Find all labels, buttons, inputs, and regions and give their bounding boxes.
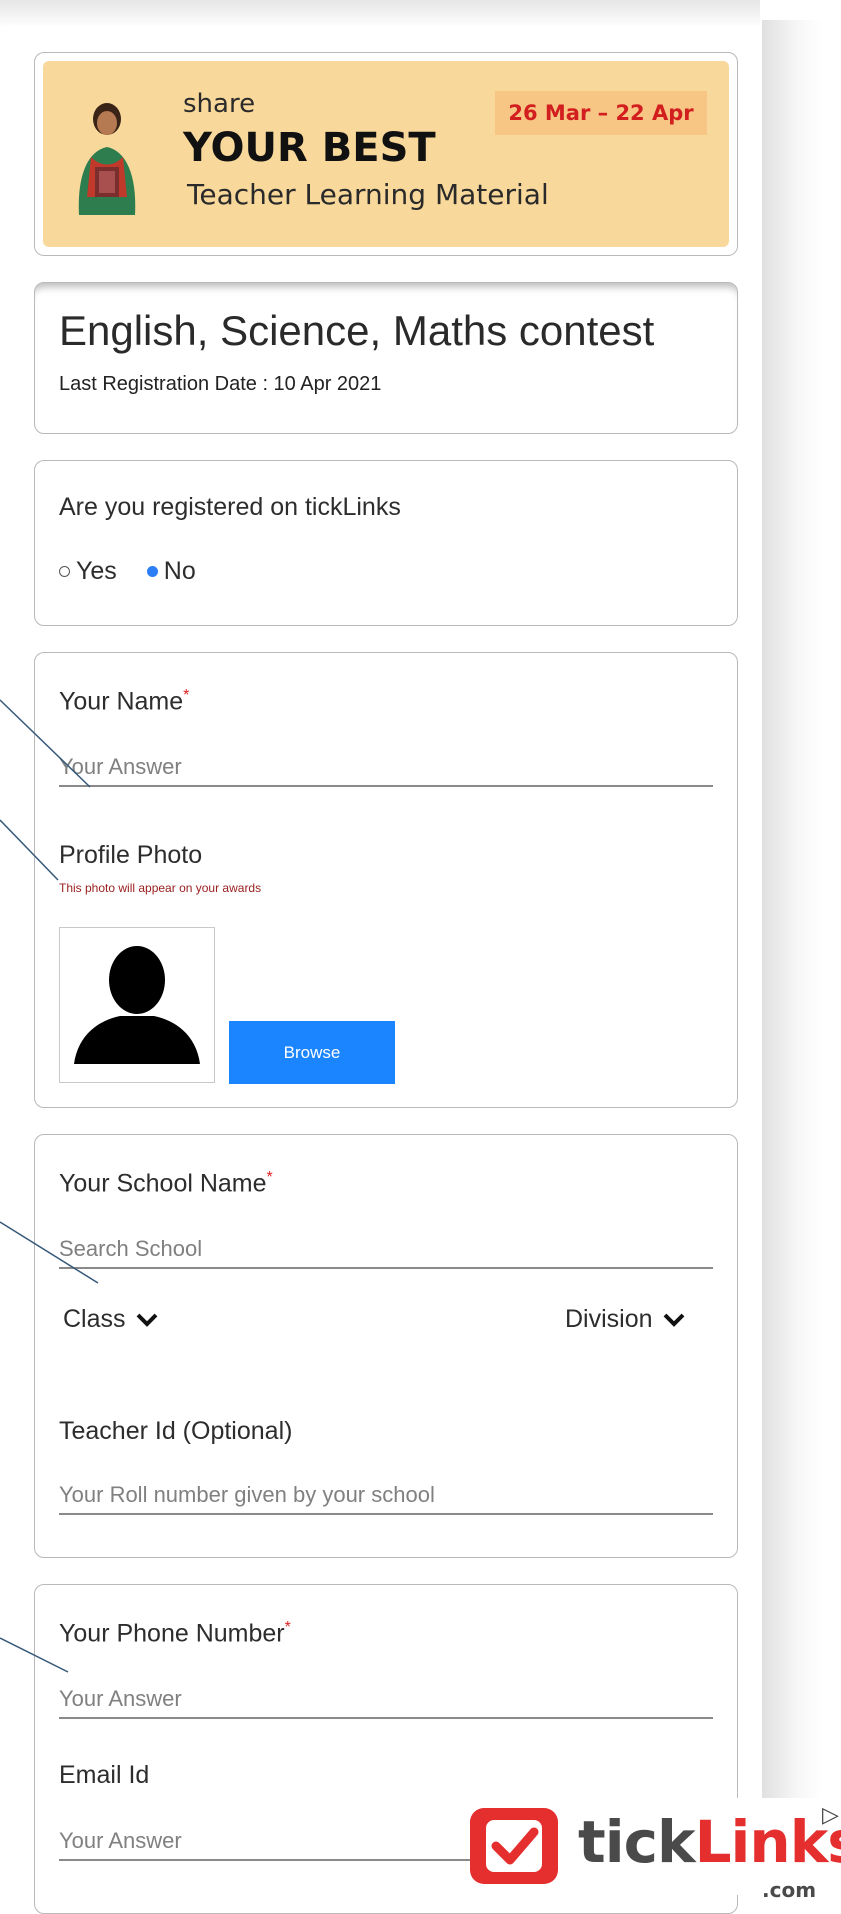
phone-label: Your Phone Number* (59, 1619, 291, 1648)
name-label-text: Your Name (59, 687, 184, 716)
banner-headline: YOUR BEST (183, 125, 436, 171)
logo-tick-text: tick (578, 1808, 696, 1876)
required-mark: * (266, 1169, 273, 1186)
school-info-card: Your School Name* Search School Class Di… (34, 1134, 738, 1558)
phone-input[interactable]: Your Answer (59, 1679, 713, 1719)
division-dropdown[interactable]: Division (565, 1305, 685, 1334)
chevron-down-icon (136, 1313, 157, 1327)
name-label: Your Name* (59, 687, 189, 716)
email-input[interactable]: Your Answer (59, 1821, 499, 1861)
banner: share YOUR BEST Teacher Learning Materia… (43, 61, 729, 247)
class-dropdown[interactable]: Class (63, 1305, 158, 1334)
banner-subtitle: Teacher Learning Material (187, 178, 549, 211)
banner-share-text: share (183, 89, 256, 119)
registration-radio-group: Yes No (59, 557, 226, 586)
contest-title: English, Science, Maths contest (59, 307, 655, 354)
logo-com-text: .com (762, 1878, 817, 1902)
page-shadow-right (762, 20, 822, 1895)
checkmark-badge-icon (470, 1808, 558, 1884)
radio-yes[interactable] (59, 566, 70, 577)
contest-card: English, Science, Maths contest Last Reg… (34, 282, 738, 434)
radio-no-label[interactable]: No (164, 557, 196, 586)
personal-info-card: Your Name* Your Answer Profile Photo Thi… (34, 652, 738, 1108)
school-search-input[interactable]: Search School (59, 1229, 713, 1269)
registration-question-card: Are you registered on tickLinks Yes No (34, 460, 738, 626)
logo-links-text: Links (694, 1808, 841, 1876)
banner-card: share YOUR BEST Teacher Learning Materia… (34, 52, 738, 256)
logo-wordmark: tickLinks (578, 1808, 841, 1876)
profile-photo-note: This photo will appear on your awards (59, 881, 262, 895)
page-shadow-top (0, 0, 760, 28)
last-registration-date: Last Registration Date : 10 Apr 2021 (59, 373, 382, 395)
name-input[interactable]: Your Answer (59, 747, 713, 787)
registration-question: Are you registered on tickLinks (59, 493, 401, 521)
school-label-text: Your School Name (59, 1169, 267, 1198)
radio-no[interactable] (146, 566, 158, 577)
teacher-avatar-icon (78, 103, 136, 215)
school-label: Your School Name* (59, 1169, 273, 1198)
user-silhouette-icon (74, 946, 200, 1064)
profile-photo-label: Profile Photo (59, 841, 203, 869)
ticklinks-logo: tickLinks .com ▷ (470, 1798, 841, 1902)
division-dropdown-label: Division (565, 1305, 653, 1333)
required-mark: * (284, 1619, 291, 1636)
class-dropdown-label: Class (63, 1305, 126, 1333)
required-mark: * (183, 687, 190, 704)
email-label: Email Id (59, 1761, 150, 1789)
teacher-id-input[interactable]: Your Roll number given by your school (59, 1475, 713, 1515)
profile-photo-placeholder (59, 927, 215, 1083)
phone-label-text: Your Phone Number (59, 1619, 285, 1648)
browse-button[interactable]: Browse (229, 1021, 395, 1084)
chevron-down-icon (663, 1313, 684, 1327)
radio-yes-label[interactable]: Yes (76, 557, 117, 586)
date-range-badge: 26 Mar – 22 Apr (495, 91, 707, 135)
play-triangle-icon: ▷ (822, 1802, 839, 1827)
teacher-id-label: Teacher Id (Optional) (59, 1417, 293, 1445)
checkmark-icon (486, 1820, 542, 1872)
